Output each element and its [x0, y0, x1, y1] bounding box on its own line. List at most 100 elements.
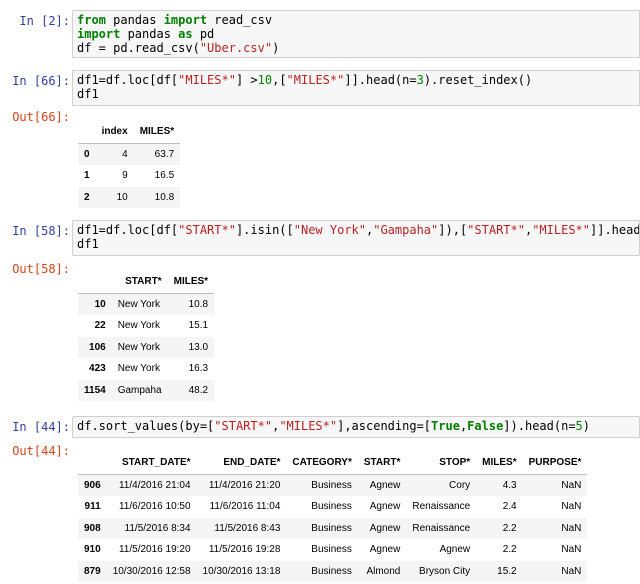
table-row: 2 10 10.8 [78, 186, 181, 208]
table-cell: Agnew [369, 544, 401, 556]
code-editor[interactable]: df1=df.loc[df["START*"].isin(["New York"… [72, 220, 640, 256]
row-index: 423 [89, 363, 106, 375]
notebook-cell-66[interactable]: In [66]: df1=df.loc[df["MILES*"] >10,["M… [0, 68, 640, 213]
table-cell: 11/5/2016 8:34 [124, 522, 191, 534]
table-cell: 15.1 [188, 320, 209, 332]
column-header: MILES* [167, 271, 215, 294]
code-editor[interactable]: df.sort_values(by=["START*","MILES*"],as… [72, 416, 640, 438]
table-cell: 11/6/2016 10:50 [118, 501, 191, 513]
table-row: 879 10/30/2016 12:58 10/30/2016 13:18 Busin… [78, 560, 588, 582]
column-header: START* [357, 452, 407, 475]
column-header [78, 271, 112, 294]
code-line: df.sort_values(by=["START*","MILES*"],as… [77, 419, 591, 433]
code-line: df1=df.loc[df["MILES*"] >10,["MILES*"]].… [77, 73, 533, 87]
row-index: 2 [84, 191, 90, 203]
code-editor[interactable]: df1=df.loc[df["MILES*"] >10,["MILES*"]].… [72, 70, 640, 106]
row-index: 0 [84, 148, 90, 160]
table-cell: 2.2 [502, 544, 517, 556]
table-cell: 15.2 [497, 565, 517, 577]
notebook-cell-2[interactable]: In [2]: from pandas import read_csv impor… [0, 8, 640, 60]
table-cell: 10/30/2016 12:58 [112, 565, 191, 577]
table-cell: 10 [116, 191, 128, 203]
table-cell: Business [311, 544, 352, 556]
table-cell: 48.2 [188, 384, 209, 396]
table-cell: 2.2 [502, 522, 517, 534]
row-index: 908 [84, 522, 101, 534]
out-prompt: Out[44]: [12, 444, 70, 458]
row-index: 906 [84, 479, 101, 491]
table-cell: Agnew [369, 479, 401, 491]
table-cell: NaN [561, 522, 582, 534]
table-cell: Renaissance [412, 501, 471, 513]
table-cell: 63.7 [154, 148, 175, 160]
table-cell: 11/5/2016 8:43 [214, 522, 281, 534]
table-header-row: index MILES* [78, 121, 181, 144]
row-index: 22 [94, 320, 106, 332]
row-index: 106 [89, 341, 106, 353]
row-index: 1154 [84, 384, 106, 396]
out-prompt: Out[66]: [12, 110, 70, 124]
table-header-row: START_DATE* END_DATE* CATEGORY* START* STOP*… [78, 452, 588, 475]
table-cell: Business [311, 522, 352, 534]
table-cell: Gampaha [117, 384, 162, 396]
table-cell: 16.5 [154, 170, 175, 182]
table-row: 1 9 16.5 [78, 165, 180, 187]
table-cell: Bryson City [419, 565, 471, 577]
code-editor[interactable]: from pandas import read_csv import pandas… [72, 10, 640, 58]
table-cell: Business [311, 479, 352, 491]
in-prompt: In [66]: [12, 74, 70, 88]
table-cell: NaN [561, 565, 582, 577]
table-cell: 11/6/2016 11:04 [209, 501, 281, 513]
table-cell: NaN [561, 501, 582, 513]
table-header-row: START* MILES* [78, 271, 215, 294]
table-row: 0 4 63.7 [78, 143, 181, 165]
column-header: MILES* [476, 452, 523, 475]
table-cell: Agnew [369, 522, 401, 534]
table-row: 423 New York 16.3 [78, 358, 214, 380]
table-cell: 4 [122, 148, 128, 160]
table-cell: Renaissance [412, 522, 471, 534]
table-cell: 9 [122, 170, 128, 182]
table-cell: 11/5/2016 19:28 [208, 544, 281, 556]
table-cell: 16.3 [188, 363, 209, 375]
table-cell: 11/4/2016 21:04 [118, 479, 191, 491]
dataframe-output: START_DATE* END_DATE* CATEGORY* START* STOP*… [78, 452, 588, 582]
table-cell: 10.8 [188, 298, 209, 310]
code-line: df1 [77, 87, 99, 101]
code-line: import pandas as pd [77, 27, 215, 41]
table-row: 10 New York 10.8 [78, 293, 215, 315]
table-cell: Agnew [439, 544, 471, 556]
table-cell: 2.4 [502, 501, 517, 513]
notebook-cell-58[interactable]: In [58]: df1=df.loc[df["START*"].isin(["… [0, 218, 640, 408]
column-header: START* [111, 271, 168, 294]
dataframe-output: index MILES* 0 4 63.7 1 9 16.5 2 10 10.8 [78, 121, 181, 208]
row-index: 911 [84, 501, 101, 513]
row-index: 879 [84, 565, 101, 577]
table-row: 1154 Gampaha 48.2 [78, 379, 215, 401]
in-prompt: In [2]: [19, 14, 70, 28]
row-index: 10 [94, 298, 106, 310]
table-cell: 10.8 [154, 191, 175, 203]
table-row: 910 11/5/2016 19:20 11/5/2016 19:28 Busines… [78, 539, 587, 561]
column-header [78, 121, 96, 144]
table-cell: New York [117, 320, 160, 332]
code-line: df1 [77, 237, 99, 251]
column-header: START_DATE* [106, 452, 197, 475]
column-header: CATEGORY* [286, 452, 358, 475]
in-prompt: In [44]: [12, 420, 70, 434]
column-header: MILES* [133, 121, 181, 144]
table-cell: 4.3 [502, 479, 517, 491]
in-prompt: In [58]: [12, 224, 70, 238]
notebook-cell-44[interactable]: In [44]: df.sort_values(by=["START*","MI… [0, 414, 640, 584]
table-cell: Agnew [369, 501, 401, 513]
table-cell: 10/30/2016 13:18 [202, 565, 281, 577]
table-cell: New York [117, 363, 160, 375]
column-header: END_DATE* [196, 452, 287, 475]
table-cell: NaN [561, 544, 582, 556]
column-header: STOP* [406, 452, 477, 475]
table-cell: New York [117, 341, 160, 353]
table-row: 908 11/5/2016 8:34 11/5/2016 8:43 Business A… [78, 517, 588, 539]
column-header: index [95, 121, 134, 144]
table-row: 906 11/4/2016 21:04 11/4/2016 21:20 Busines… [78, 474, 588, 496]
row-index: 1 [84, 170, 90, 182]
